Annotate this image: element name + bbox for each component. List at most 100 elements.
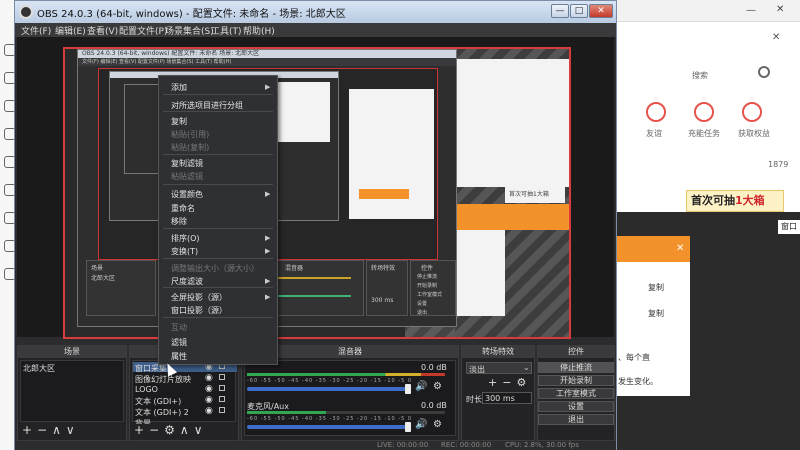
context-menu-item[interactable]: 属性: [171, 351, 187, 362]
remove-icon[interactable]: −: [502, 376, 516, 389]
menu-tools[interactable]: 工具(T): [211, 24, 242, 37]
rights-icon[interactable]: [742, 102, 762, 122]
eye-icon[interactable]: ◉: [205, 373, 213, 383]
gift-icon[interactable]: [646, 102, 666, 122]
menu-separator: [163, 111, 273, 112]
menu-separator: [163, 184, 273, 185]
title-bar[interactable]: OBS 24.0.3 (64-bit, windows) - 配置文件: 未命名…: [15, 1, 616, 23]
lock-icon[interactable]: [219, 407, 225, 413]
context-menu-item[interactable]: 重命名: [171, 203, 195, 214]
menu-separator: [163, 317, 273, 318]
down-icon[interactable]: ∨: [194, 423, 208, 437]
gear-icon[interactable]: ⚙: [433, 381, 442, 392]
add-icon[interactable]: +: [22, 423, 37, 437]
copy-label[interactable]: 复制: [648, 308, 664, 319]
scene-item[interactable]: 北郎大区: [23, 363, 123, 374]
close-icon[interactable]: ✕: [776, 4, 784, 15]
menu-separator: [163, 94, 273, 95]
source-item[interactable]: 图像幻灯片放映: [135, 374, 191, 385]
ticket-banner[interactable]: 首次可抽1大箱: [686, 190, 784, 212]
source-item[interactable]: 文本 (GDI+) 2: [135, 407, 189, 418]
window-button[interactable]: 窗口: [778, 220, 800, 234]
remove-icon[interactable]: −: [149, 423, 164, 437]
maximize-button[interactable]: □: [570, 4, 588, 18]
context-menu-item[interactable]: 设置颜色: [171, 189, 203, 200]
context-menu-item[interactable]: 复制滤镜: [171, 158, 203, 169]
context-menu-item[interactable]: 移除: [171, 216, 187, 227]
eye-icon[interactable]: ◉: [205, 406, 213, 416]
eye-icon[interactable]: ◉: [205, 395, 213, 405]
menu-edit[interactable]: 编辑(E): [55, 24, 86, 37]
sources-toolbar: +−⚙∧∨: [134, 423, 207, 437]
gear-icon[interactable]: ⚙: [433, 419, 442, 430]
menu-help[interactable]: 帮助(H): [243, 24, 275, 37]
add-icon[interactable]: +: [488, 376, 502, 389]
lock-icon[interactable]: [219, 385, 225, 391]
speaker-icon[interactable]: 🔊: [415, 381, 427, 392]
context-menu-item[interactable]: 添加: [171, 82, 187, 93]
nested-dock-label: 混音器: [285, 265, 304, 272]
dialog-text: 、每个直: [618, 353, 650, 362]
nested-dock-label: 转场特效: [371, 265, 396, 272]
studio-mode-button[interactable]: 工作室模式: [538, 388, 614, 399]
meter-scale: -60 -55 -50 -45 -40 -35 -30 -25 -20 -15 …: [247, 378, 413, 384]
add-icon[interactable]: +: [134, 423, 149, 437]
source-item[interactable]: LOGO: [135, 385, 158, 394]
duration-label: 时长: [466, 395, 482, 404]
lock-icon[interactable]: [219, 374, 225, 380]
preview-canvas[interactable]: OBS 24.0.3 (64-bit, windows) 配置文件: 未命名 场…: [63, 47, 571, 339]
search-icon[interactable]: [758, 66, 770, 78]
eye-icon[interactable]: ◉: [205, 384, 213, 394]
context-menu-item[interactable]: 尺度滤波: [171, 276, 203, 287]
close-button[interactable]: ✕: [589, 4, 613, 18]
context-menu-item[interactable]: 全屏投影（源）: [171, 292, 227, 303]
submenu-arrow-icon: ▶: [265, 247, 271, 255]
context-menu-item[interactable]: 变换(T): [171, 246, 198, 257]
minimize-button[interactable]: —: [551, 4, 569, 18]
duration-input[interactable]: 300 ms: [482, 392, 532, 404]
cpu-status: CPU: 2.8%, 30.00 fps: [505, 441, 579, 449]
preview-area[interactable]: OBS 24.0.3 (64-bit, windows) 配置文件: 未命名 场…: [17, 37, 614, 339]
live-status: LIVE: 00:00:00: [377, 441, 429, 449]
minimize-icon[interactable]: —: [746, 5, 756, 16]
submenu-arrow-icon: ▶: [265, 234, 271, 242]
close-icon[interactable]: ✕: [676, 243, 684, 254]
down-icon[interactable]: ∨: [66, 423, 80, 437]
stop-streaming-button[interactable]: 停止推流: [538, 362, 614, 373]
volume-knob[interactable]: [405, 422, 411, 432]
volume-knob[interactable]: [405, 384, 411, 394]
menu-file[interactable]: 文件(F): [21, 24, 51, 37]
context-menu-item[interactable]: 窗口投影（源）: [171, 305, 227, 316]
speaker-icon[interactable]: 🔊: [415, 419, 427, 430]
settings-button[interactable]: 设置: [538, 401, 614, 412]
nested-dock-label: 北郎大区: [91, 275, 116, 282]
volume-slider[interactable]: [247, 387, 407, 391]
search-placeholder: 搜索: [692, 71, 708, 80]
lock-icon[interactable]: [219, 396, 225, 402]
copy-label[interactable]: 复制: [648, 282, 664, 293]
nested-dialog: [455, 230, 505, 316]
source-item[interactable]: 文本 (GDI+): [135, 396, 181, 407]
controls-dock: 控件 停止推流 开始录制 工作室模式 设置 退出: [537, 345, 615, 441]
gear-icon[interactable]: ⚙: [164, 423, 180, 437]
remove-icon[interactable]: −: [37, 423, 52, 437]
volume-slider[interactable]: [247, 425, 407, 429]
menu-profile[interactable]: 配置文件(P): [119, 24, 167, 37]
exit-button[interactable]: 退出: [538, 414, 614, 425]
context-menu-item[interactable]: 排序(O): [171, 233, 200, 244]
transition-select[interactable]: 淡出 ⌄: [466, 362, 532, 374]
lightning-icon[interactable]: [694, 102, 714, 122]
ticket-text: 首次可抽: [691, 194, 735, 207]
duration-value: 300 ms: [485, 394, 515, 403]
menu-scene-collection[interactable]: 场景集合(S): [165, 24, 214, 37]
up-icon[interactable]: ∧: [180, 423, 194, 437]
up-icon[interactable]: ∧: [52, 423, 66, 437]
start-recording-button[interactable]: 开始录制: [538, 375, 614, 386]
channel-db: 0.0 dB: [421, 363, 447, 372]
context-menu-item[interactable]: 复制: [171, 116, 187, 127]
menu-view[interactable]: 查看(V): [87, 24, 118, 37]
context-menu-item[interactable]: 滤镜: [171, 337, 187, 348]
close-icon[interactable]: ✕: [772, 32, 780, 43]
gear-icon[interactable]: ⚙: [516, 376, 531, 389]
context-menu-item[interactable]: 对所选项目进行分组: [171, 100, 243, 111]
